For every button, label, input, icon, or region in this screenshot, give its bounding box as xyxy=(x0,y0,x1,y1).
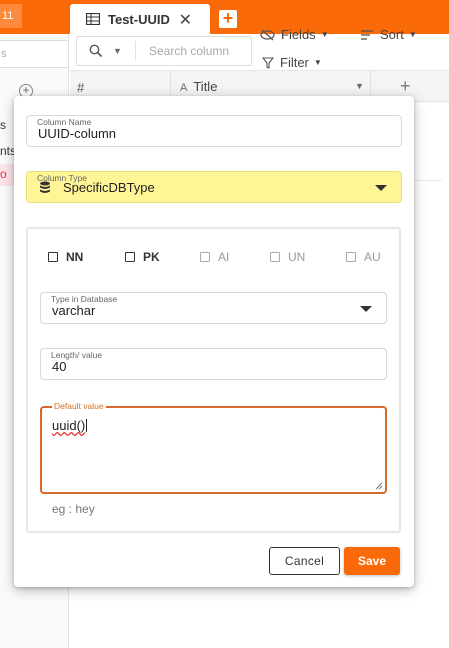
checkbox-box[interactable] xyxy=(200,252,210,262)
search-input[interactable]: ▼ Search column xyxy=(76,36,252,66)
close-icon[interactable]: ✕ xyxy=(179,10,192,30)
length-input[interactable]: 40 xyxy=(52,359,66,374)
sort-label: Sort xyxy=(380,27,404,42)
chevron-down-icon: ▼ xyxy=(408,30,417,39)
app-root: 11 Test-UUID ✕ + s + s nts o ▼ Search co… xyxy=(0,0,449,648)
column-header-title-label: Title xyxy=(193,79,218,94)
tab-label: Test-UUID xyxy=(108,11,170,27)
database-icon xyxy=(40,181,50,193)
checkbox-box[interactable] xyxy=(125,252,135,262)
column-type-value: SpecificDBType xyxy=(63,180,155,195)
tab-test-uuid[interactable]: Test-UUID ✕ xyxy=(70,4,210,34)
column-type-select[interactable]: Column Type SpecificDBType xyxy=(26,171,402,203)
fields-label: Fields xyxy=(281,27,316,42)
default-value-hint: eg : hey xyxy=(52,502,95,516)
checkbox-box[interactable] xyxy=(346,252,356,262)
advanced-options-panel: NN PK AI UN AU Type in Database varchar xyxy=(26,227,401,533)
resize-handle-icon[interactable] xyxy=(375,482,383,490)
toolbar: ▼ Search column Fields ▼ Sort ▼ Filter ▼ xyxy=(70,27,449,70)
cancel-button[interactable]: Cancel xyxy=(269,547,340,575)
db-type-value: varchar xyxy=(52,303,96,318)
search-placeholder: Search column xyxy=(149,44,230,58)
sort-icon xyxy=(361,29,373,40)
filter-button[interactable]: Filter ▼ xyxy=(262,55,322,70)
project-badge[interactable]: 11 xyxy=(0,4,22,28)
default-value-text: uuid() xyxy=(52,418,86,433)
checkbox-label: PK xyxy=(143,250,160,264)
column-header-title[interactable]: A Title xyxy=(180,79,217,94)
eye-off-icon xyxy=(260,29,275,40)
checkbox-box[interactable] xyxy=(48,252,58,262)
filter-icon xyxy=(262,56,274,69)
save-button[interactable]: Save xyxy=(344,547,400,575)
table-grid-icon xyxy=(86,13,100,25)
checkbox-ai[interactable]: AI xyxy=(200,250,229,264)
default-value-label: Default value xyxy=(52,401,106,411)
chevron-down-icon: ▼ xyxy=(320,30,329,39)
add-tab-button[interactable]: + xyxy=(219,9,237,28)
sidebar-item[interactable]: s xyxy=(0,118,6,132)
column-header-index: # xyxy=(77,80,85,95)
search-icon xyxy=(89,44,103,58)
chevron-down-icon[interactable]: ▼ xyxy=(355,81,364,91)
sidebar-search-placeholder: s xyxy=(1,48,7,60)
length-field[interactable]: Length/ value 40 xyxy=(40,348,387,380)
edit-column-modal: Column Name UUID-column Column Type Spec… xyxy=(14,96,414,587)
sort-button[interactable]: Sort ▼ xyxy=(360,27,417,42)
filter-label: Filter xyxy=(280,55,309,70)
checkbox-label: AI xyxy=(218,250,230,264)
chevron-down-icon: ▼ xyxy=(313,58,322,67)
divider xyxy=(135,41,136,61)
chevron-down-icon[interactable]: ▼ xyxy=(113,46,122,56)
fields-button[interactable]: Fields ▼ xyxy=(260,27,329,42)
column-name-input[interactable]: UUID-column xyxy=(38,126,116,141)
text-cursor xyxy=(86,419,88,432)
checkbox-label: NN xyxy=(66,250,84,264)
sidebar-item-label: o xyxy=(0,167,7,181)
db-type-select[interactable]: Type in Database varchar xyxy=(40,292,387,324)
default-value-input[interactable]: uuid() xyxy=(52,418,88,433)
checkbox-au[interactable]: AU xyxy=(346,250,381,264)
text-type-icon: A xyxy=(180,82,188,94)
checkbox-nn[interactable]: NN xyxy=(48,250,83,264)
checkbox-label: UN xyxy=(288,250,306,264)
add-column-button[interactable]: + xyxy=(400,76,411,97)
column-name-field[interactable]: Column Name UUID-column xyxy=(26,115,402,147)
dropdown-arrow-icon xyxy=(375,185,387,191)
default-value-field[interactable]: Default value uuid() xyxy=(40,401,387,494)
sidebar-search-input[interactable]: s xyxy=(0,40,69,68)
dropdown-arrow-icon xyxy=(360,306,372,312)
checkbox-un[interactable]: UN xyxy=(270,250,305,264)
checkbox-pk[interactable]: PK xyxy=(125,250,160,264)
checkbox-box[interactable] xyxy=(270,252,280,262)
checkbox-label: AU xyxy=(364,250,381,264)
